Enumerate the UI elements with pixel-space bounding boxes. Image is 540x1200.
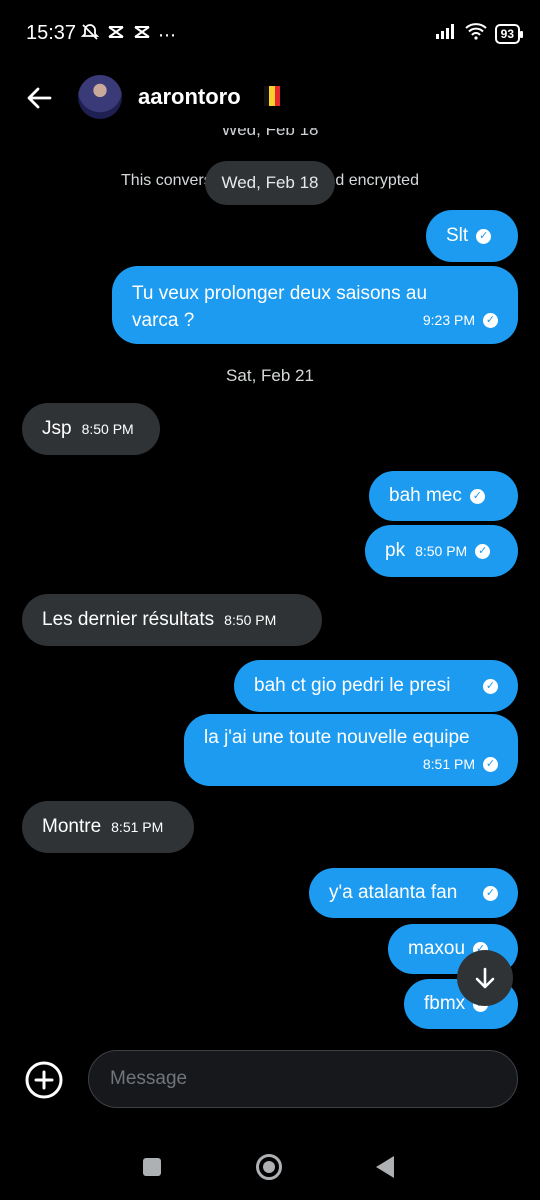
message-text: pk [385,540,406,561]
back-button[interactable] [22,80,58,116]
add-media-button[interactable] [24,1060,64,1100]
home-button[interactable] [256,1154,282,1180]
date-separator-partial: Wed, Feb 18 [221,128,319,139]
message-text: Montre [42,816,102,837]
status-time: 15:37 [26,22,77,44]
plus-circle-icon [25,1061,63,1099]
message-time: 9:23 PM [422,312,475,328]
message-list[interactable]: Wed, Feb 18 This conversation is end-to-… [0,128,540,1040]
conversation-header: aarontoro [0,66,540,128]
message-time: 8:50 PM [224,612,277,628]
system-navigation-bar [0,1120,540,1200]
username[interactable]: aarontoro [138,84,241,110]
message-time: 8:50 PM [81,421,134,437]
read-check-icon: ✓ [483,678,498,694]
read-check-icon: ✓ [475,543,491,559]
outgoing-message[interactable]: bah mec ✓ [369,471,518,521]
capcut-icon [106,22,126,47]
message-time: 8:51 PM [422,756,475,772]
outgoing-message[interactable]: Slt ✓ [426,210,518,262]
date-separator: Sat, Feb 21 [226,366,314,385]
read-check-icon: ✓ [476,228,492,244]
message-text: Slt [446,225,469,246]
outgoing-message[interactable]: pk 8:50 PM ✓ [365,525,518,577]
outgoing-message[interactable]: y'a atalanta fan ✓ [309,868,518,918]
read-check-icon: ✓ [483,756,498,772]
message-text: bah mec [389,485,462,506]
message-time: 8:50 PM [415,543,468,559]
message-text: la j'ai une toute nouvelle equipe [204,727,470,748]
more-icon: ⋯ [158,24,176,45]
belgium-flag-icon [264,86,280,106]
arrow-down-icon [475,967,495,989]
signal-icon [435,23,457,44]
recents-button[interactable] [143,1158,161,1176]
message-text: Jsp [42,418,72,439]
incoming-message[interactable]: Montre 8:51 PM [22,801,194,853]
message-text: bah ct gio pedri le presi [254,675,451,696]
message-input[interactable] [88,1050,518,1108]
message-time: 8:51 PM [111,819,164,835]
composer [0,1040,540,1120]
incoming-message[interactable]: Les dernier résultats 8:50 PM [22,594,322,646]
avatar[interactable] [78,75,122,119]
system-back-button[interactable] [376,1156,394,1178]
read-check-icon: ✓ [483,313,498,328]
read-check-icon: ✓ [483,885,498,901]
read-check-icon: ✓ [469,488,485,504]
message-text: fbmx [424,993,466,1014]
status-bar: 15:37 ⋯ 93 [0,0,540,66]
floating-date-pill: Wed, Feb 18 [205,161,335,205]
capcut-icon [132,22,152,47]
message-text: Les dernier résultats [42,609,215,630]
outgoing-message[interactable]: Tu veux prolonger deux saisons au varca … [112,266,518,344]
outgoing-message[interactable]: bah ct gio pedri le presi ✓ [234,660,518,712]
notifications-off-icon [80,22,100,47]
back-arrow-icon [27,87,52,109]
message-text-line2: varca ? [132,310,195,331]
message-text: y'a atalanta fan [329,882,458,903]
wifi-icon [464,22,487,45]
message-text: maxou [408,938,466,959]
status-right: 93 [435,22,524,45]
scroll-to-bottom-button[interactable] [457,950,513,1006]
status-notification-icons: ⋯ [80,22,176,47]
incoming-message[interactable]: Jsp 8:50 PM [22,403,160,455]
battery-indicator: 93 [494,23,524,44]
message-text: Tu veux prolonger deux saisons au [132,283,428,304]
outgoing-message[interactable]: la j'ai une toute nouvelle equipe 8:51 P… [184,714,518,786]
